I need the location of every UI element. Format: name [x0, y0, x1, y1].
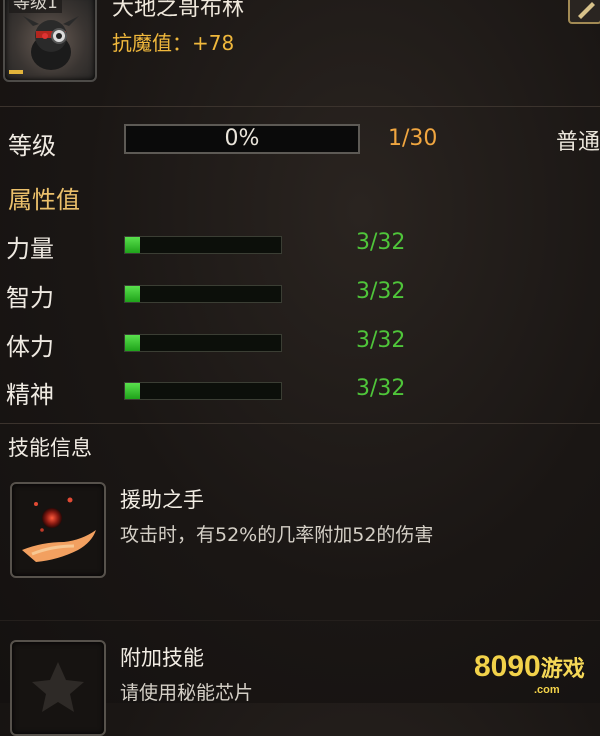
goblin-avatar-icon: [23, 16, 79, 70]
attr-value-strength: 3/32: [356, 230, 406, 255]
locked-skill-icon: [32, 662, 84, 712]
level-progress-text: 0%: [224, 126, 260, 151]
attr-value-intellect: 3/32: [356, 279, 406, 304]
skill-name-1: 援助之手: [120, 488, 204, 512]
attr-fill-spirit: [125, 383, 140, 399]
divider: [0, 620, 600, 621]
helping-hand-icon: [22, 497, 96, 562]
divider: [0, 106, 600, 107]
attr-bar-strength: [124, 236, 282, 254]
attr-fill-strength: [125, 237, 140, 253]
resist-stat: 抗魔值：+78: [112, 27, 234, 56]
site-watermark: 8090游戏 .com: [474, 650, 585, 696]
watermark-cn: 游戏: [540, 656, 585, 681]
level-progress-bar: 0%: [124, 124, 360, 154]
quality-label: 普通: [556, 130, 600, 155]
watermark-number: 8090: [474, 650, 541, 683]
watermark-domain: .com: [534, 684, 560, 696]
skills-title: 技能信息: [8, 436, 92, 460]
attr-label-spirit: 精神: [6, 381, 54, 409]
skill-slot-2[interactable]: [10, 640, 106, 736]
attr-fill-intellect: [125, 286, 140, 302]
rarity-stripe: [9, 70, 23, 74]
attr-label-strength: 力量: [6, 235, 54, 263]
attr-value-spirit: 3/32: [356, 376, 406, 401]
attr-bar-intellect: [124, 285, 282, 303]
resist-value: +78: [192, 31, 235, 55]
skill-name-2: 附加技能: [120, 646, 204, 670]
attr-fill-stamina: [125, 335, 140, 351]
attr-bar-spirit: [124, 382, 282, 400]
attr-bar-stamina: [124, 334, 282, 352]
attr-value-stamina: 3/32: [356, 328, 406, 353]
attributes-title: 属性值: [8, 186, 80, 214]
level-count: 1/30: [388, 126, 438, 151]
skill-slot-1[interactable]: [10, 482, 106, 578]
pet-portrait[interactable]: 等级1: [3, 0, 97, 82]
level-badge: 等级1: [9, 0, 62, 13]
skill-desc-1: 攻击时，有52%的几率附加52的伤害: [120, 524, 434, 546]
resist-label: 抗魔值：: [112, 31, 192, 55]
pencil-icon: [578, 2, 595, 19]
pet-name: 大地之哥布林: [112, 0, 245, 21]
edit-button[interactable]: [568, 0, 600, 24]
attr-label-intellect: 智力: [6, 284, 54, 312]
level-label: 等级: [8, 132, 56, 160]
divider: [0, 423, 600, 424]
skill-desc-2: 请使用秘能芯片: [120, 682, 254, 704]
attr-label-stamina: 体力: [6, 333, 54, 361]
